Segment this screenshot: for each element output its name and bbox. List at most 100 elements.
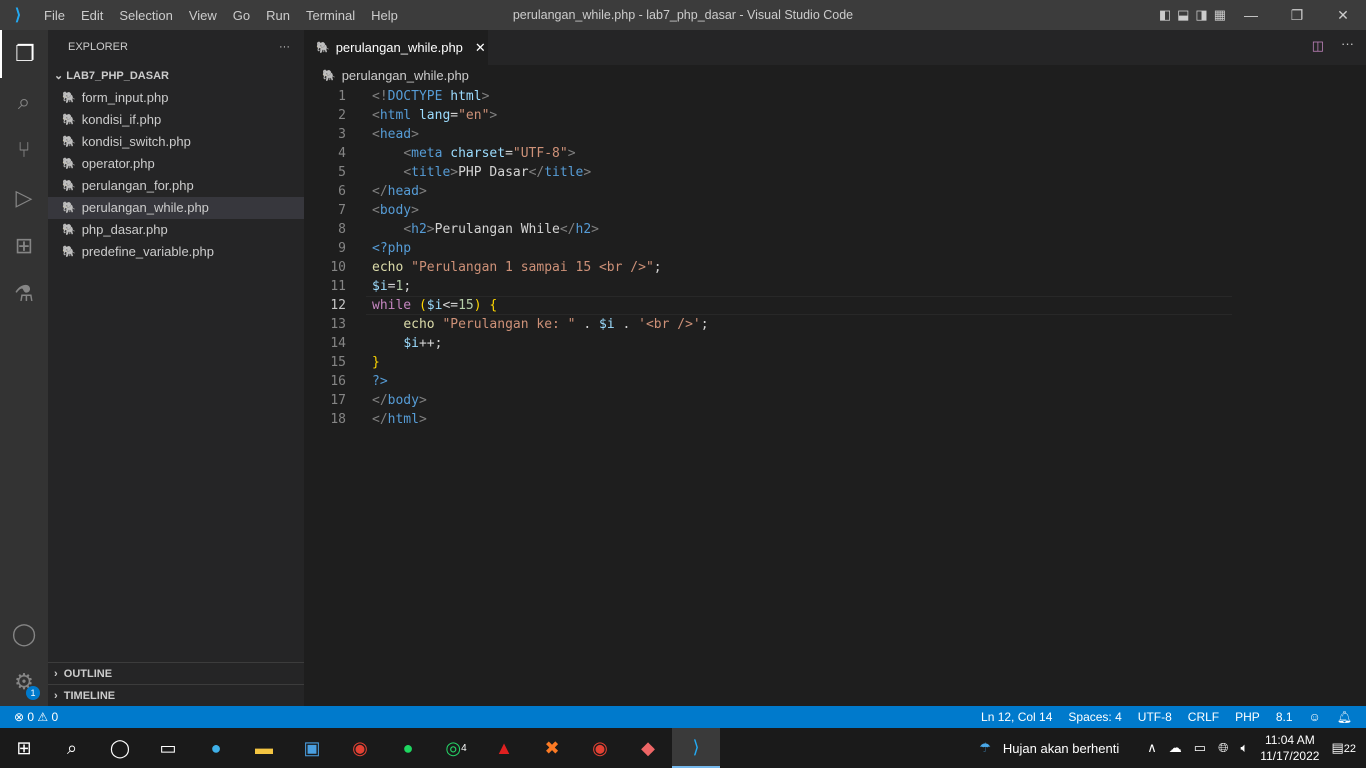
minimap[interactable] — [1240, 87, 1350, 127]
php-version[interactable]: 8.1 — [1276, 710, 1293, 724]
menu-view[interactable]: View — [189, 8, 217, 23]
more-actions-icon[interactable]: ··· — [1341, 36, 1354, 51]
chrome-icon[interactable]: ◉ — [336, 728, 384, 768]
code-token: ; — [403, 279, 412, 294]
code-token: > — [567, 146, 576, 161]
search-icon[interactable]: ⌕ — [0, 78, 48, 126]
weather-text[interactable]: Hujan akan berhenti — [1003, 741, 1119, 756]
extensions-icon[interactable]: ⊞ — [0, 222, 48, 270]
line-ending[interactable]: CRLF — [1188, 710, 1219, 724]
code-line: <meta charset="UTF-8"> — [372, 144, 576, 163]
file-label: kondisi_switch.php — [81, 134, 191, 149]
layout-controls: ◧ ⬓ ◨ ▦ — [1159, 0, 1226, 30]
code-token: > — [418, 412, 427, 427]
menu-selection[interactable]: Selection — [119, 8, 172, 23]
file-item[interactable]: 🐘 perulangan_while.php — [48, 197, 304, 219]
account-icon[interactable]: ◯ — [0, 610, 48, 658]
close-tab-icon[interactable]: ✕ — [475, 40, 486, 56]
customize-layout-icon[interactable]: ▦ — [1214, 0, 1226, 30]
battery-icon[interactable]: ▭ — [1194, 740, 1206, 756]
whatsapp-icon[interactable]: ◎ 4 — [432, 728, 480, 768]
file-item[interactable]: 🐘 perulangan_for.php — [48, 175, 304, 197]
restore-button[interactable]: ❐ — [1274, 0, 1320, 30]
warning-count: 0 — [51, 710, 59, 724]
explorer-more-button[interactable]: ··· — [279, 30, 290, 65]
breadcrumb-file[interactable]: perulangan_while.php — [342, 65, 469, 87]
file-item[interactable]: 🐘 operator.php — [48, 153, 304, 175]
menu-help[interactable]: Help — [371, 8, 398, 23]
code-line: echo "Perulangan ke: " . $i . '<br />'; — [372, 315, 708, 334]
feedback-icon[interactable]: ☺ — [1309, 710, 1321, 724]
code-line: <body> — [372, 201, 419, 220]
file-item[interactable]: 🐘 predefine_variable.php — [48, 241, 304, 263]
notification-center-icon[interactable]: ▤22 — [1331, 740, 1356, 756]
source-control-icon[interactable]: ⑂ — [0, 126, 48, 174]
task-view-icon[interactable]: ▭ — [144, 728, 192, 768]
git-icon[interactable]: ◆ — [624, 728, 672, 768]
php-file-icon: 🐘 — [62, 202, 76, 214]
notifications-bell-icon[interactable]: 🔔︎ — [1337, 710, 1352, 724]
onedrive-icon[interactable]: ☁ — [1169, 740, 1182, 756]
line-number: 15 — [330, 355, 346, 370]
run-debug-icon[interactable]: ▷ — [0, 174, 48, 222]
tab-perulangan-while[interactable]: 🐘 perulangan_while.php ✕ — [304, 30, 488, 65]
menu-file[interactable]: File — [44, 8, 65, 23]
xampp-icon[interactable]: ✖ — [528, 728, 576, 768]
volume-icon[interactable]: 🔈︎ — [1240, 740, 1248, 756]
outline-section[interactable]: › OUTLINE — [48, 662, 304, 684]
clock[interactable]: 11:04 AM 11/17/2022 — [1260, 732, 1319, 764]
file-item[interactable]: 🐘 kondisi_if.php — [48, 109, 304, 131]
code-token: body — [379, 203, 412, 218]
folder-label: LAB7_PHP_DASAR — [66, 70, 169, 82]
menu-terminal[interactable]: Terminal — [306, 8, 355, 23]
toggle-panel-icon[interactable]: ⬓ — [1177, 0, 1189, 30]
tray-chevron-icon[interactable]: ∧ — [1147, 740, 1157, 756]
problems-indicator[interactable]: ⊗ 0 ⚠ 0 — [0, 710, 58, 724]
testing-icon[interactable]: ⚗ — [0, 270, 48, 318]
toggle-secondary-sidebar-icon[interactable]: ◨ — [1195, 0, 1207, 30]
network-icon[interactable]: 🌐︎ — [1218, 740, 1228, 756]
edge-icon[interactable]: ● — [192, 728, 240, 768]
search-icon[interactable]: ⌕ — [48, 728, 96, 768]
chrome-profile-icon[interactable]: ◉ — [576, 728, 624, 768]
explorer-title: EXPLORER — [68, 41, 128, 53]
menu-edit[interactable]: Edit — [81, 8, 103, 23]
folder-lab7[interactable]: ⌄ LAB7_PHP_DASAR — [48, 65, 304, 87]
toggle-sidebar-icon[interactable]: ◧ — [1159, 0, 1171, 30]
store-icon[interactable]: ▣ — [288, 728, 336, 768]
vscode-taskbar-icon[interactable]: ⟩ — [672, 728, 720, 768]
code-line: while ($i<=15) { — [372, 296, 497, 315]
menu-go[interactable]: Go — [233, 8, 250, 23]
code-token: meta — [411, 146, 443, 161]
explorer-icon[interactable]: ❐ — [0, 30, 48, 78]
close-button[interactable]: ✕ — [1320, 0, 1366, 30]
split-editor-icon[interactable]: ◫ — [1312, 38, 1324, 54]
code-line: <!DOCTYPE html> — [372, 87, 489, 106]
code-token: ?> — [372, 374, 388, 389]
minimize-button[interactable]: — — [1228, 0, 1274, 30]
windows-start-icon[interactable]: ⊞ — [0, 728, 48, 768]
line-number: 1 — [338, 89, 346, 104]
spotify-icon[interactable]: ● — [384, 728, 432, 768]
file-explorer-icon[interactable]: ▬ — [240, 728, 288, 768]
cortana-icon[interactable]: ◯ — [96, 728, 144, 768]
code-editor[interactable]: 1 <!DOCTYPE html> 2 <html lang="en"> 3 <head>… — [304, 87, 1366, 706]
settings-gear-icon[interactable]: ⚙ 1 — [0, 658, 48, 706]
code-line: $i=1; — [372, 277, 411, 296]
code-token: > — [481, 89, 490, 104]
code-line: } — [372, 353, 380, 372]
encoding[interactable]: UTF-8 — [1138, 710, 1172, 724]
language-mode[interactable]: PHP — [1235, 710, 1260, 724]
code-token: head — [379, 127, 412, 142]
code-token: . — [575, 317, 599, 332]
line-number: 10 — [330, 260, 346, 275]
cursor-position[interactable]: Ln 12, Col 14 — [981, 710, 1052, 724]
file-item[interactable]: 🐘 php_dasar.php — [48, 219, 304, 241]
indentation[interactable]: Spaces: 4 — [1068, 710, 1121, 724]
timeline-section[interactable]: › TIMELINE — [48, 684, 304, 706]
file-item[interactable]: 🐘 form_input.php — [48, 87, 304, 109]
acrobat-icon[interactable]: ▲ — [480, 728, 528, 768]
menu-run[interactable]: Run — [266, 8, 290, 23]
code-token: < — [372, 127, 380, 142]
file-item[interactable]: 🐘 kondisi_switch.php — [48, 131, 304, 153]
